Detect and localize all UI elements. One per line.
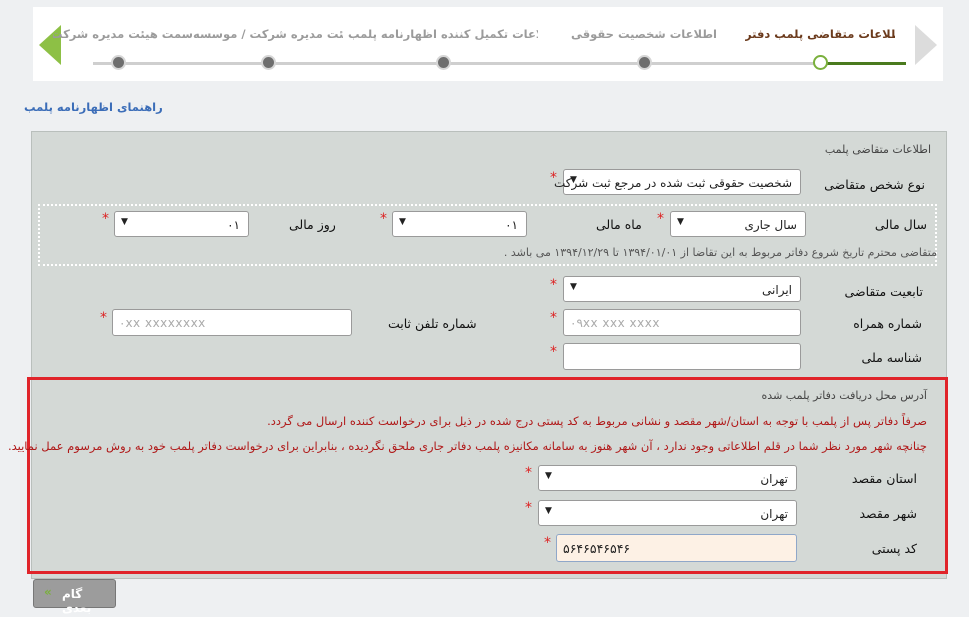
national-id-label: شناسه ملی [861,350,922,365]
national-id-input[interactable] [563,343,801,370]
step-dot [261,55,276,70]
mobile-label: شماره همراه [853,316,922,331]
select-value: ۰۱ [505,218,518,232]
required-mark: * [380,211,387,227]
select-value: تهران [760,507,788,521]
step-dot [111,55,126,70]
step-board-positions[interactable]: سمت هیئت مدیره شرکت / موسسه [43,7,193,81]
mobile-placeholder: ۰۹xx xxx xxxx [570,316,660,330]
required-mark: * [550,310,557,326]
fiscal-day-select[interactable]: ۰۱ ▼ [114,211,249,237]
address-note-1: صرفاً دفاتر پس از پلمب با توجه به استان/… [267,414,927,428]
applicant-section-title: اطلاعات متقاضی پلمب [824,143,931,156]
fiscal-year-select[interactable]: سال جاری ▼ [670,211,806,237]
person-type-select[interactable]: شخصیت حقوقی ثبت شده در مرجع ثبت شرکت ▼ [554,169,801,195]
postal-code-value: ۵۶۴۶۵۴۶۵۴۶ [563,541,631,556]
step-label: اطلاعات متقاضی پلمب دفتر [745,27,895,41]
step-dot [637,55,652,70]
step-label: سمت هیئت مدیره شرکت / موسسه [53,27,193,41]
nationality-label: تابعیت متقاضی [844,284,923,299]
required-mark: * [550,344,557,360]
city-label: شهر مقصد [859,506,917,521]
address-section-title: آدرس محل دریافت دفاتر پلمب شده [761,389,927,402]
fiscal-year-label: سال مالی [874,217,927,232]
province-select[interactable]: تهران ▼ [538,465,797,491]
step-legal-entity[interactable]: اطلاعات شخصیت حقوقی [569,7,719,81]
address-note-2: چنانچه شهر مورد نظر شما در قلم اطلاعاتی … [7,439,927,453]
required-mark: * [525,500,532,516]
caret-down-icon: ▼ [399,217,406,227]
landline-label: شماره تلفن ثابت [388,316,477,331]
province-label: استان مقصد [851,471,917,486]
fiscal-day-label: روز مالی [289,217,336,232]
next-step-label: گام بعدی [62,587,92,615]
next-arrow-icon[interactable] [915,25,937,65]
landline-input[interactable]: ۰xx xxxxxxxx [112,309,352,336]
step-board-members[interactable]: هیئت مدیره شرکت / موسسه [193,7,343,81]
address-section-highlight [27,377,948,574]
double-chevron-left-icon: « [44,585,52,599]
wizard-stepper: اطلاعات متقاضی پلمب دفتر اطلاعات شخصیت ح… [33,7,943,81]
fiscal-month-select[interactable]: ۰۱ ▼ [392,211,527,237]
fiscal-month-label: ماه مالی [596,217,642,232]
step-label: اطلاعات شخصیت حقوقی [571,27,717,41]
select-value: ایرانی [762,283,792,297]
required-mark: * [525,465,532,481]
caret-down-icon: ▼ [121,217,128,227]
step-declaration-filler[interactable]: اطلاعات تکمیل کننده اظهارنامه پلمب [348,7,538,81]
fiscal-date-note: متقاضی محترم تاریخ شروع دفاتر مربوط به ا… [503,246,937,259]
required-mark: * [657,211,664,227]
step-label: اطلاعات تکمیل کننده اظهارنامه پلمب [348,27,538,41]
select-value: تهران [760,472,788,486]
caret-down-icon: ▼ [545,506,552,516]
caret-down-icon: ▼ [677,217,684,227]
nationality-select[interactable]: ایرانی ▼ [563,276,801,302]
select-value: شخصیت حقوقی ثبت شده در مرجع ثبت شرکت [553,176,792,190]
landline-placeholder: ۰xx xxxxxxxx [119,316,206,330]
required-mark: * [102,211,109,227]
person-type-label: نوع شخص متقاضی [824,177,925,192]
mobile-input[interactable]: ۰۹xx xxx xxxx [563,309,801,336]
step-label: هیئت مدیره شرکت / موسسه [193,27,343,41]
postal-code-input[interactable]: ۵۶۴۶۵۴۶۵۴۶ [556,534,797,562]
select-value: سال جاری [744,218,797,232]
required-mark: * [544,535,551,551]
caret-down-icon: ▼ [570,175,577,185]
caret-down-icon: ▼ [570,282,577,292]
step-dot [436,55,451,70]
city-select[interactable]: تهران ▼ [538,500,797,526]
step-applicant-info[interactable]: اطلاعات متقاضی پلمب دفتر [745,7,895,81]
step-dot-active [813,55,828,70]
required-mark: * [100,310,107,326]
declaration-guide-link[interactable]: راهنمای اظهارنامه پلمب [24,100,163,114]
required-mark: * [550,277,557,293]
caret-down-icon: ▼ [545,471,552,481]
next-step-button[interactable]: « گام بعدی [33,579,116,615]
postal-code-label: کد پستی [871,541,917,556]
select-value: ۰۱ [227,218,240,232]
